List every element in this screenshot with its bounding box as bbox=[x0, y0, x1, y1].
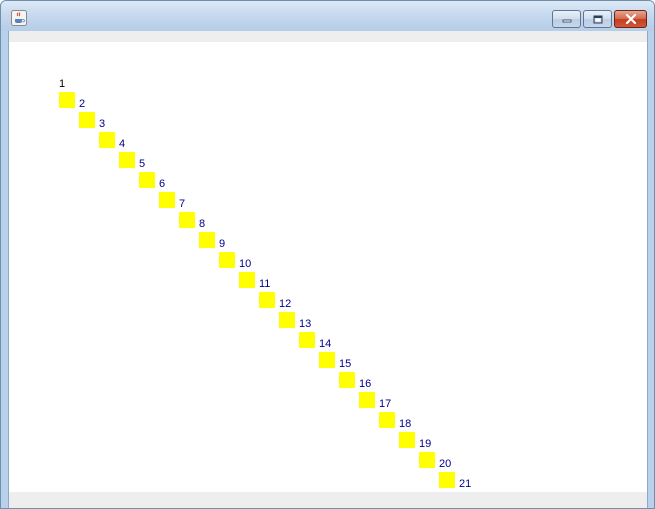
minimize-button[interactable] bbox=[552, 10, 581, 28]
sequence-label: 12 bbox=[279, 298, 292, 310]
drawing-canvas: 1 2 3 4 5 6 7 8 9 10 11 12 13 14 15 16 17 18 19 20 21 bbox=[9, 42, 647, 492]
sequence-label: 1 bbox=[59, 78, 66, 90]
sequence-label: 3 bbox=[99, 118, 106, 130]
yellow-square bbox=[239, 272, 255, 288]
window-controls bbox=[550, 10, 647, 28]
yellow-square bbox=[439, 472, 455, 488]
sequence-label: 8 bbox=[199, 218, 206, 230]
sequence-label: 14 bbox=[319, 338, 332, 350]
sequence-label: 5 bbox=[139, 158, 146, 170]
java-coffee-cup-icon bbox=[11, 10, 27, 26]
sequence-label: 13 bbox=[299, 318, 312, 330]
yellow-square bbox=[399, 432, 415, 448]
sequence-label: 10 bbox=[239, 258, 252, 270]
sequence-label: 2 bbox=[79, 98, 86, 110]
yellow-square bbox=[299, 332, 315, 348]
yellow-square bbox=[199, 232, 215, 248]
sequence-label: 4 bbox=[119, 138, 126, 150]
yellow-square bbox=[279, 312, 295, 328]
yellow-square bbox=[339, 372, 355, 388]
yellow-square bbox=[79, 112, 95, 128]
minimize-icon bbox=[562, 19, 571, 23]
yellow-square bbox=[179, 212, 195, 228]
sequence-label: 21 bbox=[459, 478, 472, 490]
sequence-label: 6 bbox=[159, 178, 166, 190]
title-bar[interactable] bbox=[1, 1, 654, 31]
close-icon bbox=[625, 14, 636, 24]
bottom-strip bbox=[9, 492, 647, 508]
sequence-label: 18 bbox=[399, 418, 412, 430]
maximize-icon bbox=[593, 15, 602, 23]
yellow-square bbox=[419, 452, 435, 468]
yellow-square bbox=[219, 252, 235, 268]
yellow-square bbox=[119, 152, 135, 168]
sequence-label: 17 bbox=[379, 398, 392, 410]
close-button[interactable] bbox=[614, 10, 647, 28]
sequence-label: 19 bbox=[419, 438, 432, 450]
maximize-button[interactable] bbox=[583, 10, 612, 28]
yellow-square bbox=[99, 132, 115, 148]
yellow-square bbox=[59, 92, 75, 108]
yellow-square bbox=[139, 172, 155, 188]
sequence-label: 11 bbox=[259, 278, 271, 290]
yellow-square bbox=[319, 352, 335, 368]
sequence-label: 15 bbox=[339, 358, 352, 370]
yellow-square bbox=[379, 412, 395, 428]
sequence-label: 20 bbox=[439, 458, 452, 470]
app-window: 1 2 3 4 5 6 7 8 9 10 11 12 13 14 15 16 17 18 19 20 21 bbox=[0, 0, 655, 509]
yellow-square bbox=[259, 292, 275, 308]
sequence-label: 9 bbox=[219, 238, 226, 250]
yellow-square bbox=[159, 192, 175, 208]
yellow-square bbox=[359, 392, 375, 408]
sequence-label: 7 bbox=[179, 198, 186, 210]
sequence-label: 16 bbox=[359, 378, 372, 390]
